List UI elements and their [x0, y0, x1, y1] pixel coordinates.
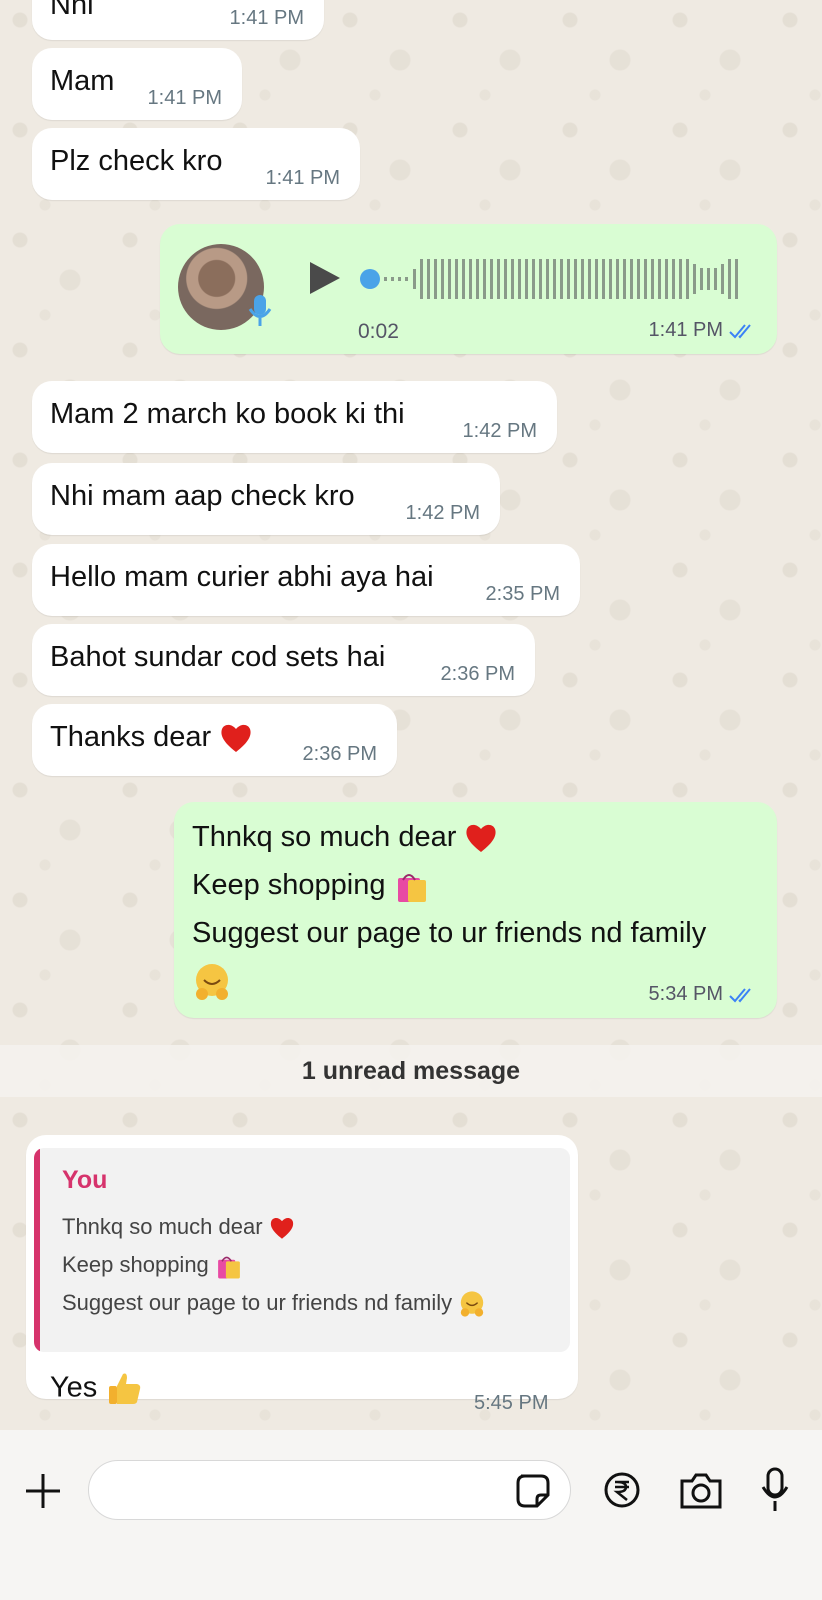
message-bubble-incoming[interactable]: Nhi mam aap check kro 1:42 PM	[32, 463, 500, 535]
heart-emoji-icon	[270, 1218, 293, 1239]
quote-line: Keep shopping	[62, 1252, 243, 1280]
mic-icon	[248, 294, 272, 333]
message-bubble-outgoing[interactable]: Thnkq so much dear Keep shopping Suggest…	[174, 802, 777, 1018]
unread-banner: 1 unread message	[0, 1045, 822, 1097]
hugging-face-icon	[461, 1291, 484, 1317]
heart-emoji-icon	[221, 725, 251, 753]
message-text: Mam 2 march ko book ki thi	[50, 398, 405, 430]
message-text: Bahot sundar cod sets hai	[50, 641, 386, 673]
double-check-icon	[729, 323, 751, 338]
message-text: Plz check kro	[50, 145, 223, 177]
message-time: 5:34 PM	[649, 983, 757, 1006]
message-text: Nhi mam aap check kro	[50, 480, 355, 512]
message-text: Nhi	[50, 0, 94, 21]
heart-emoji-icon	[466, 825, 496, 853]
audio-waveform[interactable]	[358, 254, 758, 304]
message-bubble-incoming[interactable]: Thanks dear 2:36 PM	[32, 704, 397, 776]
message-bubble-incoming[interactable]: Mam 2 march ko book ki thi 1:42 PM	[32, 381, 557, 453]
quote-line-text: Keep shopping	[62, 1252, 209, 1277]
message-line: Suggest our page to ur friends nd family	[192, 917, 707, 949]
reply-text: Yes	[50, 1370, 143, 1408]
sticker-icon[interactable]	[514, 1472, 552, 1510]
message-bubble-incoming[interactable]: Plz check kro 1:41 PM	[32, 128, 360, 200]
message-time: 1:41 PM	[649, 319, 757, 342]
message-bubble-incoming[interactable]: Mam 1:41 PM	[32, 48, 242, 120]
message-time: 1:41 PM	[147, 87, 222, 109]
message-time: 1:41 PM	[229, 7, 304, 29]
plus-icon[interactable]	[22, 1470, 64, 1512]
quote-line-text: Suggest our page to ur friends nd family	[62, 1290, 453, 1315]
double-check-icon	[729, 987, 751, 1002]
quote-line-text: Thnkq so much dear	[62, 1214, 263, 1239]
voice-message-bubble[interactable]: 0:02 1:41 PM	[160, 224, 777, 354]
quote-accent-bar	[34, 1148, 40, 1352]
message-text-content: Thnkq so much dear	[192, 821, 457, 853]
thumbs-up-icon	[109, 1373, 141, 1404]
voice-duration: 0:02	[358, 320, 399, 343]
message-text: Mam	[50, 65, 115, 97]
message-time: 1:42 PM	[462, 420, 537, 442]
message-time-text: 1:41 PM	[648, 319, 723, 341]
message-time-text: 5:34 PM	[648, 983, 723, 1005]
quoted-message[interactable]: You Thnkq so much dear Keep shopping Sug…	[34, 1148, 570, 1352]
message-bubble-incoming[interactable]: Nhi 1:41 PM	[32, 0, 324, 40]
message-text-content: Keep shopping	[192, 869, 386, 901]
mic-icon[interactable]	[758, 1466, 792, 1514]
message-time: 2:36 PM	[440, 663, 515, 685]
quote-author: You	[62, 1166, 108, 1194]
message-time: 1:41 PM	[265, 167, 340, 189]
quote-line: Thnkq so much dear	[62, 1214, 295, 1241]
message-text: Thanks dear	[50, 720, 253, 755]
shopping-bags-icon	[397, 874, 426, 903]
message-line: Keep shopping	[192, 868, 430, 904]
message-line: Thnkq so much dear	[192, 820, 498, 855]
message-time: 5:45 PM	[474, 1392, 549, 1414]
message-text: Hello mam curier abhi aya hai	[50, 561, 434, 593]
shopping-bags-icon	[218, 1256, 240, 1279]
message-time: 2:36 PM	[302, 743, 377, 765]
message-time: 1:42 PM	[405, 502, 480, 524]
hugging-face-icon	[196, 964, 228, 1000]
message-input[interactable]	[88, 1460, 571, 1520]
message-bubble-incoming[interactable]: Bahot sundar cod sets hai 2:36 PM	[32, 624, 535, 696]
quote-line: Suggest our page to ur friends nd family	[62, 1290, 486, 1318]
play-icon[interactable]	[308, 260, 342, 301]
camera-icon[interactable]	[678, 1470, 724, 1512]
reply-text-content: Yes	[50, 1371, 98, 1404]
message-text-content: Thanks dear	[50, 721, 212, 753]
message-bubble-incoming[interactable]: Hello mam curier abhi aya hai 2:35 PM	[32, 544, 580, 616]
message-time: 2:35 PM	[485, 583, 560, 605]
rupee-icon[interactable]	[602, 1470, 642, 1510]
